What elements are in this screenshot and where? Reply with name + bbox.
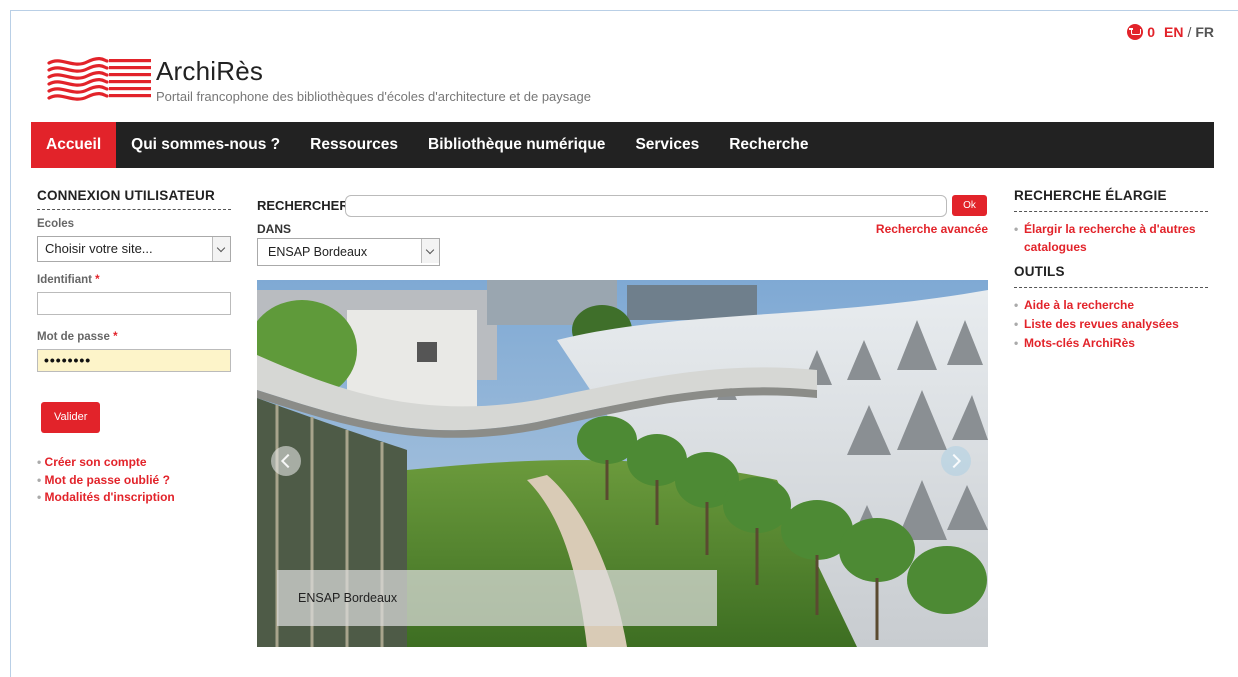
mots-cles-link[interactable]: Mots-clés ArchiRès	[1014, 334, 1208, 352]
search-input[interactable]	[345, 195, 947, 217]
slide-next-arrow-icon[interactable]	[941, 446, 971, 476]
registration-terms-link[interactable]: Modalités d'inscription	[37, 490, 231, 504]
top-utility-bar: 0 EN / FR	[1127, 24, 1214, 40]
dans-select-value: ENSAP Bordeaux	[268, 245, 368, 259]
nav-item-bibliotheque-numerique[interactable]: Bibliothèque numérique	[413, 122, 620, 168]
main-nav: Accueil Qui sommes-nous ? Ressources Bib…	[31, 122, 1214, 168]
nav-item-ressources[interactable]: Ressources	[295, 122, 413, 168]
ecoles-label: Ecoles	[37, 218, 75, 230]
slide-caption: ENSAP Bordeaux	[277, 570, 717, 626]
nav-item-accueil[interactable]: Accueil	[31, 122, 117, 168]
password-label: Mot de passe *	[37, 331, 231, 343]
slideshow: ENSAP Bordeaux	[257, 280, 988, 647]
identifiant-input[interactable]	[37, 292, 231, 315]
login-block: CONNEXION UTILISATEUR Ecoles Choisir vot…	[37, 188, 231, 508]
cart-icon[interactable]	[1127, 24, 1144, 40]
nav-item-recherche[interactable]: Recherche	[714, 122, 823, 168]
lang-separator: /	[1187, 24, 1192, 40]
chevron-down-icon[interactable]	[212, 237, 230, 261]
right-sidebar: RECHERCHE ÉLARGIE Élargir la recherche à…	[1014, 188, 1208, 353]
nav-item-services[interactable]: Services	[620, 122, 714, 168]
forgot-password-link[interactable]: Mot de passe oublié ?	[37, 473, 231, 487]
required-mark: *	[113, 331, 118, 343]
login-links: Créer son compte Mot de passe oublié ? M…	[37, 455, 231, 504]
lang-en-link[interactable]: EN	[1164, 24, 1183, 40]
search-ok-button[interactable]: Ok	[952, 195, 987, 216]
ecoles-select[interactable]: Choisir votre site...	[37, 236, 231, 262]
ecoles-select-value: Choisir votre site...	[45, 241, 153, 256]
slide-prev-arrow-icon[interactable]	[271, 446, 301, 476]
chevron-down-icon[interactable]	[421, 239, 439, 263]
archires-logo-icon[interactable]	[47, 55, 153, 103]
valider-button[interactable]: Valider	[41, 402, 101, 433]
recherche-elargie-links: Élargir la recherche à d'autres catalogu…	[1014, 220, 1208, 256]
create-account-link[interactable]: Créer son compte	[37, 455, 231, 469]
elargir-recherche-link[interactable]: Élargir la recherche à d'autres catalogu…	[1014, 220, 1208, 256]
cart-count[interactable]: 0	[1147, 24, 1155, 40]
password-input[interactable]: ••••••••	[37, 349, 231, 372]
login-title: CONNEXION UTILISATEUR	[37, 188, 231, 210]
outils-title: OUTILS	[1014, 264, 1208, 288]
lang-fr-link[interactable]: FR	[1195, 24, 1214, 40]
site-tagline: Portail francophone des bibliothèques d'…	[156, 89, 591, 104]
liste-revues-link[interactable]: Liste des revues analysées	[1014, 315, 1208, 333]
search-label: RECHERCHER	[257, 198, 349, 213]
required-mark: *	[95, 274, 100, 286]
aide-recherche-link[interactable]: Aide à la recherche	[1014, 296, 1208, 314]
outils-links: Aide à la recherche Liste des revues ana…	[1014, 296, 1208, 352]
identifiant-label: Identifiant *	[37, 274, 231, 286]
nav-item-qui-sommes-nous[interactable]: Qui sommes-nous ?	[116, 122, 295, 168]
recherche-elargie-title: RECHERCHE ÉLARGIE	[1014, 188, 1208, 212]
identifiant-label-text: Identifiant	[37, 274, 92, 286]
advanced-search-link[interactable]: Recherche avancée	[876, 222, 988, 236]
dans-select[interactable]: ENSAP Bordeaux	[257, 238, 440, 266]
site-name[interactable]: ArchiRès	[156, 56, 263, 87]
password-label-text: Mot de passe	[37, 331, 110, 343]
dans-label: DANS	[257, 222, 292, 236]
